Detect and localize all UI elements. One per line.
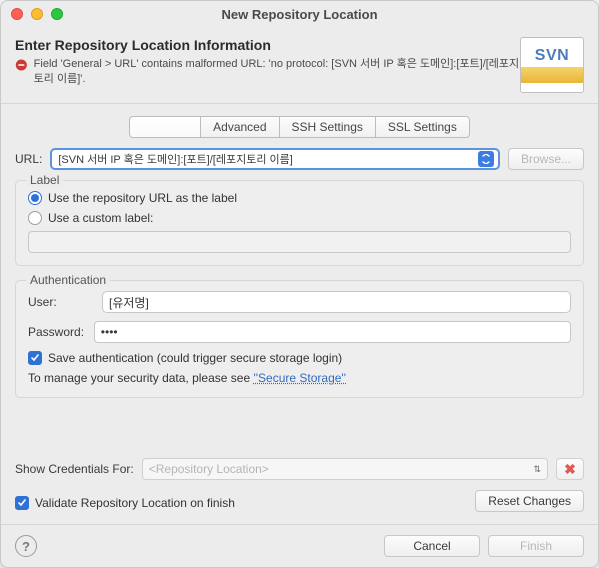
show-credentials-label: Show Credentials For: <box>15 462 134 476</box>
browse-button[interactable]: Browse... <box>508 148 584 170</box>
svn-logo: SVN <box>520 37 584 93</box>
radio-use-url[interactable] <box>28 191 42 205</box>
validate-checkbox[interactable] <box>15 496 29 510</box>
url-field[interactable]: [SVN 서버 IP 혹은 도메인]:[포트]/[레포지토리 이름] <box>50 148 500 170</box>
user-field[interactable]: [유저명] <box>102 291 571 313</box>
dialog-header: Enter Repository Location Information Fi… <box>1 27 598 104</box>
radio-use-url-label: Use the repository URL as the label <box>48 191 237 205</box>
radio-custom-label-text: Use a custom label: <box>48 211 153 225</box>
credentials-select[interactable]: <Repository Location> ⇅ <box>142 458 548 480</box>
tab-bar: Advanced SSH Settings SSL Settings <box>15 116 584 138</box>
authentication-group: Authentication User: [유저명] Password: <box>15 280 584 398</box>
window-title: New Repository Location <box>1 7 598 22</box>
reset-changes-button[interactable]: Reset Changes <box>475 490 584 512</box>
finish-button[interactable]: Finish <box>488 535 584 557</box>
credentials-placeholder: <Repository Location> <box>149 462 269 476</box>
delete-credentials-button[interactable]: ✖ <box>556 458 584 480</box>
url-value: [SVN 서버 IP 혹은 도메인]:[포트]/[레포지토리 이름] <box>58 151 292 167</box>
manage-security-text: To manage your security data, please see <box>28 371 253 385</box>
chevron-updown-icon: ⇅ <box>533 464 541 475</box>
tab-general[interactable] <box>129 116 201 138</box>
x-icon: ✖ <box>564 461 576 478</box>
svn-logo-text: SVN <box>535 47 569 65</box>
url-dropdown-icon[interactable] <box>478 151 494 167</box>
radio-custom-label[interactable] <box>28 211 42 225</box>
custom-label-input[interactable] <box>28 231 571 253</box>
label-legend: Label <box>26 173 63 187</box>
label-group: Label Use the repository URL as the labe… <box>15 180 584 266</box>
tab-ssl-settings[interactable]: SSL Settings <box>375 116 470 138</box>
save-auth-label: Save authentication (could trigger secur… <box>48 351 342 365</box>
svn-logo-bar <box>521 67 583 83</box>
secure-storage-link[interactable]: ''Secure Storage'' <box>253 371 346 385</box>
zoom-icon[interactable] <box>51 8 63 20</box>
auth-legend: Authentication <box>26 273 110 287</box>
url-label: URL: <box>15 152 42 166</box>
minimize-icon[interactable] <box>31 8 43 20</box>
page-title: Enter Repository Location Information <box>15 37 520 53</box>
cancel-button[interactable]: Cancel <box>384 535 480 557</box>
error-message: Field 'General > URL' contains malformed… <box>34 57 520 87</box>
dialog-footer: ? Cancel Finish <box>1 524 598 567</box>
save-auth-checkbox[interactable] <box>28 351 42 365</box>
close-icon[interactable] <box>11 8 23 20</box>
tab-advanced[interactable]: Advanced <box>200 116 279 138</box>
window-controls <box>11 8 63 20</box>
user-dropdown-icon[interactable] <box>556 295 566 309</box>
dialog-window: New Repository Location Enter Repository… <box>0 0 599 568</box>
validate-label: Validate Repository Location on finish <box>35 496 235 510</box>
error-icon <box>15 58 28 72</box>
titlebar: New Repository Location <box>1 1 598 27</box>
tab-ssh-settings[interactable]: SSH Settings <box>279 116 376 138</box>
password-label: Password: <box>28 325 86 339</box>
user-label: User: <box>28 295 94 309</box>
help-button[interactable]: ? <box>15 535 37 557</box>
password-field[interactable] <box>94 321 571 343</box>
user-value: [유저명] <box>109 294 149 311</box>
